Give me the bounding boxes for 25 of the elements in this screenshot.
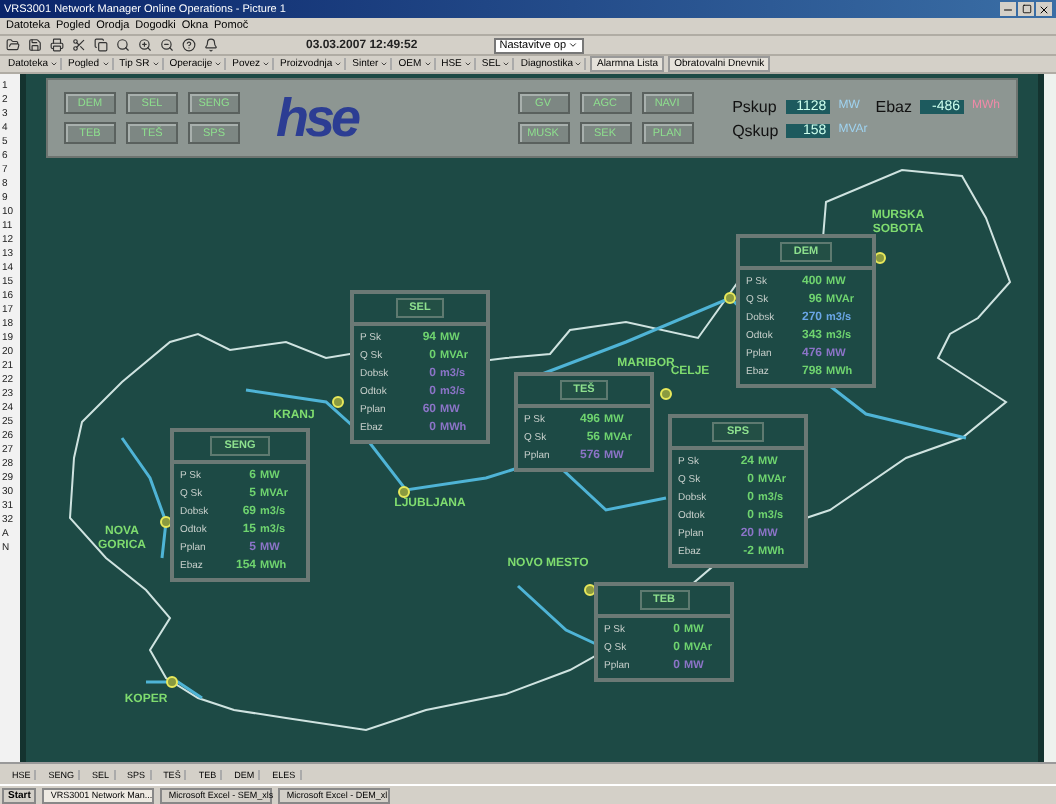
close-button[interactable]: [1036, 2, 1052, 16]
toolbar-icon[interactable]: [160, 38, 174, 52]
substation-icon: [724, 292, 736, 304]
toolbar-icon[interactable]: [6, 38, 20, 52]
toolbar-icon[interactable]: [72, 38, 86, 52]
readout-label: Qskup: [732, 121, 779, 139]
close-icon: [1038, 3, 1050, 15]
maximize-icon: [1021, 4, 1031, 14]
toolbar-icon[interactable]: [204, 38, 218, 52]
minimize-icon: [1002, 3, 1014, 15]
toolbar-icon[interactable]: [116, 38, 130, 52]
toolbar-icon[interactable]: [182, 38, 196, 52]
toolbar-icon[interactable]: [94, 38, 108, 52]
toolbar-icon[interactable]: [138, 38, 152, 52]
minimize-button[interactable]: [1000, 2, 1016, 16]
substation-icon: [166, 676, 178, 688]
substation-icon: [398, 486, 410, 498]
toolbar-icon[interactable]: [28, 38, 42, 52]
toolbar-icon[interactable]: [50, 38, 64, 52]
readout-label: Ebaz: [875, 97, 912, 115]
readout-label: Pskup: [732, 97, 779, 115]
maximize-button[interactable]: [1018, 2, 1034, 16]
substation-icon: [332, 396, 344, 408]
logo: hse: [276, 87, 358, 149]
substation-icon: [660, 388, 672, 400]
